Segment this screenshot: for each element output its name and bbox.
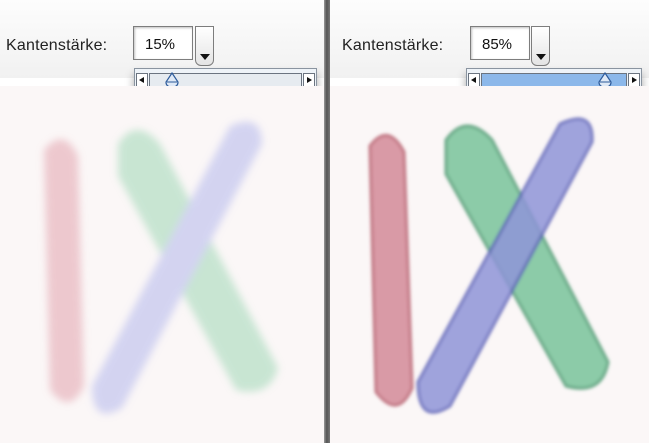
edge-strength-input[interactable]: 15% bbox=[133, 26, 193, 60]
painting-canvas[interactable] bbox=[0, 86, 324, 443]
painting-canvas[interactable] bbox=[330, 86, 649, 443]
edge-strength-label: Kantenstärke: bbox=[6, 37, 108, 54]
arrow-left-icon bbox=[471, 77, 476, 83]
red-brush-stroke bbox=[44, 139, 84, 403]
edge-strength-dropdown-button[interactable] bbox=[531, 26, 550, 66]
slider-increment-button[interactable] bbox=[628, 73, 640, 87]
arrow-right-icon bbox=[307, 77, 312, 83]
arrow-right-icon bbox=[632, 77, 637, 83]
edge-strength-input[interactable]: 85% bbox=[470, 26, 530, 60]
options-toolbar: Kantenstärke: 15% bbox=[0, 0, 324, 78]
panel-edge-15: Kantenstärke: 15% bbox=[0, 0, 324, 443]
edge-strength-label: Kantenstärke: bbox=[342, 37, 444, 54]
options-toolbar: Kantenstärke: 85% bbox=[330, 0, 649, 78]
edge-strength-dropdown-button[interactable] bbox=[195, 26, 214, 66]
panel-edge-85: Kantenstärke: 85% bbox=[330, 0, 649, 443]
slider-decrement-button[interactable] bbox=[468, 73, 480, 87]
chevron-down-icon bbox=[200, 54, 210, 60]
chevron-down-icon bbox=[536, 54, 546, 60]
red-brush-stroke bbox=[368, 134, 414, 407]
slider-decrement-button[interactable] bbox=[136, 73, 148, 87]
arrow-left-icon bbox=[139, 77, 144, 83]
slider-increment-button[interactable] bbox=[303, 73, 315, 87]
